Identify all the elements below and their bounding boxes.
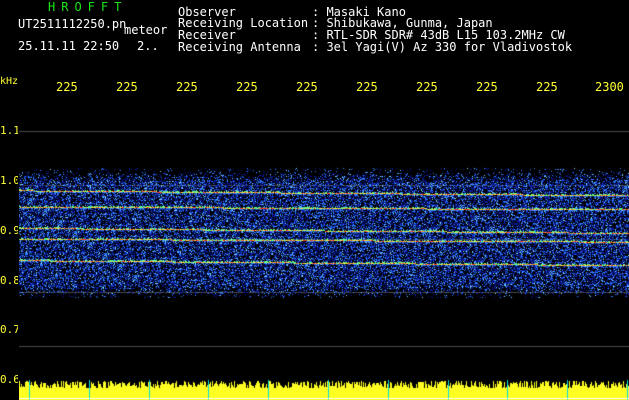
x-tick: 225 (536, 81, 558, 93)
filename: UT2511112250.pn (18, 17, 127, 31)
time-axis: kHz 225 225 225 225 225 225 225 225 225 … (0, 72, 629, 99)
y-tick: 1.1 (0, 125, 18, 136)
meteor-label: meteor (124, 23, 168, 37)
y-unit-label: kHz (0, 76, 19, 87)
x-tick: 225 (296, 81, 318, 93)
x-tick: 225 (176, 81, 198, 93)
y-tick: 0.9 (0, 225, 18, 236)
spectrogram-plot (19, 99, 629, 400)
x-tick: 225 (356, 81, 378, 93)
spectrogram-canvas (19, 99, 629, 400)
counter: 2.. (137, 39, 159, 53)
x-tick: 225 (236, 81, 258, 93)
x-tick: 225 (476, 81, 498, 93)
brand-title: HROFFT (48, 0, 128, 14)
y-tick: 0.8 (0, 275, 18, 286)
x-tick: 225 (116, 81, 138, 93)
x-tick: 225 (416, 81, 438, 93)
y-tick: 0.6 (0, 374, 18, 385)
x-tick: 2300 (595, 81, 624, 93)
datetime: 25.11.11 22:50 (18, 39, 120, 53)
y-tick: 0.7 (0, 324, 18, 335)
antenna-value: : 3el Yagi(V) Az 330 for Vladivostok (312, 40, 573, 54)
header: HROFFT UT2511112250.pn meteor 25.11.11 2… (0, 0, 629, 72)
antenna-label: Receiving Antenna (178, 40, 301, 54)
x-tick: 225 (56, 81, 78, 93)
y-tick: 1.0 (0, 175, 18, 186)
